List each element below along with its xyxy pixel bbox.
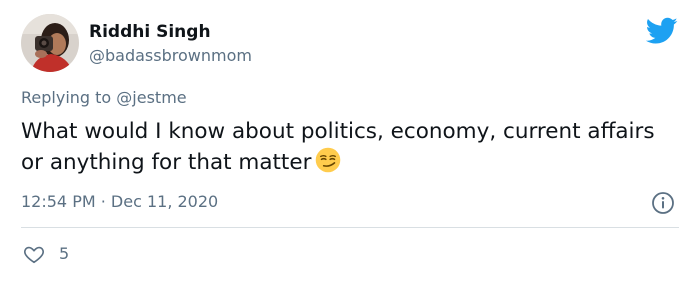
avatar[interactable] bbox=[21, 14, 79, 72]
like-count: 5 bbox=[59, 244, 70, 263]
replying-to-prefix: Replying to bbox=[21, 88, 117, 107]
reply-mention-link[interactable]: @jestme bbox=[116, 88, 186, 107]
tweet-timestamp[interactable]: 12:54 PM · Dec 11, 2020 bbox=[21, 192, 218, 212]
avatar-photo bbox=[21, 14, 79, 72]
divider bbox=[21, 227, 679, 228]
smirking-face-emoji bbox=[316, 147, 341, 173]
tweet-text: What would I know about politics, econom… bbox=[21, 116, 681, 178]
twitter-bird-icon[interactable] bbox=[646, 17, 678, 45]
info-icon[interactable] bbox=[651, 191, 675, 215]
author-display-name[interactable]: Riddhi Singh bbox=[89, 22, 211, 42]
heart-icon[interactable] bbox=[23, 243, 45, 265]
tweet-card: Riddhi Singh @badassbrownmom Replying to… bbox=[0, 0, 700, 281]
replying-to: Replying to @jestme bbox=[21, 88, 187, 108]
author-handle[interactable]: @badassbrownmom bbox=[89, 46, 252, 66]
